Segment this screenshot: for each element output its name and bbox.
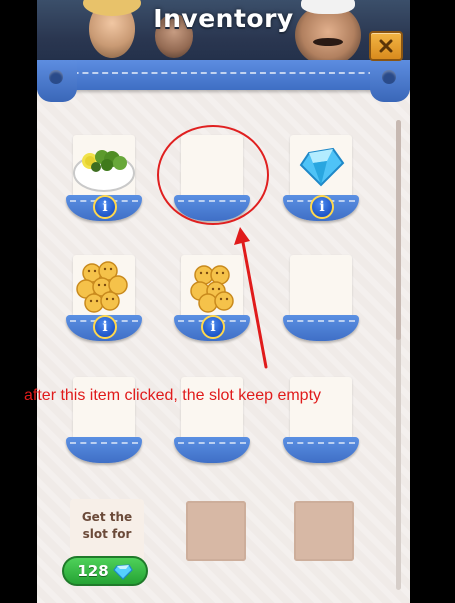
panel-top-band [37, 60, 410, 90]
buy-slot-line-2: slot for [82, 527, 132, 541]
inventory-slot[interactable]: i [66, 133, 142, 225]
info-button[interactable]: i [93, 315, 117, 339]
locked-slot[interactable] [294, 501, 354, 561]
annotation-circle [157, 125, 269, 225]
band-cap-right [370, 60, 410, 102]
slot-pocket [66, 437, 142, 463]
page-title: Inventory [153, 4, 294, 33]
inventory-slot[interactable]: i [66, 253, 142, 345]
inventory-slot-empty[interactable] [283, 253, 359, 345]
inventory-screen: Inventory i i i i Get the slot for 128 a… [0, 0, 410, 603]
buy-slot-line-1: Get the [81, 510, 133, 524]
stud-icon [382, 70, 396, 84]
slot-pocket [283, 315, 359, 341]
cookies-icon [76, 261, 128, 313]
buy-slot-button[interactable]: 128 [62, 556, 148, 586]
price-label: 128 [77, 562, 109, 580]
slot-pocket [174, 437, 250, 463]
locked-slot[interactable] [186, 501, 246, 561]
band-cap-left [37, 60, 77, 102]
slot-card [290, 255, 352, 319]
close-button[interactable] [369, 31, 403, 61]
salad-bowl-icon [73, 150, 135, 192]
close-icon [379, 39, 393, 53]
diamond-icon [112, 564, 133, 580]
inventory-slot[interactable]: i [283, 133, 359, 225]
info-button[interactable]: i [310, 195, 334, 219]
buy-slot-card: Get the slot for 128 [62, 499, 148, 591]
info-button[interactable]: i [93, 195, 117, 219]
annotation-arrow-icon [234, 227, 268, 369]
diamond-icon [299, 147, 345, 187]
buy-slot-label: Get the slot for [70, 509, 144, 543]
scrollbar[interactable] [396, 120, 401, 590]
annotation-text: after this item clicked, the slot keep e… [24, 387, 322, 404]
slot-pocket [283, 437, 359, 463]
stud-icon [49, 70, 63, 84]
scrollbar-thumb[interactable] [396, 120, 401, 340]
info-button[interactable]: i [201, 315, 225, 339]
